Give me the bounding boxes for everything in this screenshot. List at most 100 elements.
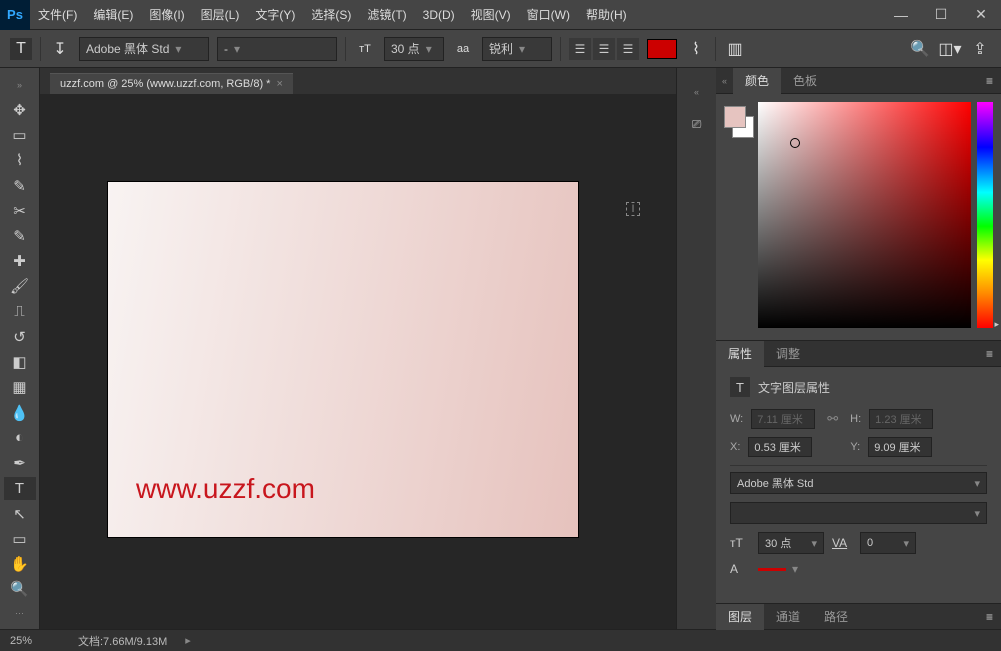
rectangle-tool[interactable]: ▭ [4, 527, 36, 550]
edit-toolbar-icon[interactable]: ⋯ [4, 602, 36, 625]
type-tool[interactable]: T [4, 477, 36, 500]
panel-menu-icon[interactable]: ≡ [978, 610, 1001, 624]
fg-bg-swatches[interactable] [724, 102, 752, 332]
menu-3d[interactable]: 3D(D) [415, 0, 463, 30]
document-tab[interactable]: uzzf.com @ 25% (www.uzzf.com, RGB/8) * × [50, 73, 293, 94]
expand-tools-icon[interactable]: » [4, 73, 36, 96]
antialias-dropdown[interactable]: 锐利 [482, 37, 552, 61]
color-marker[interactable] [790, 138, 800, 148]
menu-layer[interactable]: 图层(L) [193, 0, 248, 30]
text-orientation-icon[interactable]: ↧ [49, 38, 71, 60]
document-tab-label: uzzf.com @ 25% (www.uzzf.com, RGB/8) * [60, 78, 270, 90]
font-family-dropdown[interactable]: Adobe 黑体 Std [79, 37, 209, 61]
app-logo: Ps [0, 0, 30, 30]
menu-window[interactable]: 窗口(W) [519, 0, 578, 30]
width-input [751, 409, 815, 429]
align-right-button[interactable]: ☰ [617, 38, 639, 60]
panel-toggle-icon[interactable]: ▥ [724, 38, 746, 60]
panel-menu-icon[interactable]: ≡ [978, 347, 1001, 361]
foreground-swatch[interactable] [724, 106, 746, 128]
blur-tool[interactable]: 💧 [4, 401, 36, 424]
color-tab[interactable]: 颜色 [733, 68, 781, 94]
brush-tool[interactable]: 🖌 [4, 275, 36, 298]
gradient-tool[interactable]: ▦ [4, 376, 36, 399]
separator [715, 37, 716, 61]
color-field[interactable] [758, 102, 971, 328]
menu-filter[interactable]: 滤镜(T) [359, 0, 414, 30]
status-expand-icon[interactable]: ▸ [185, 634, 191, 647]
healing-tool[interactable]: ✚ [4, 250, 36, 273]
move-tool[interactable]: ✥ [4, 98, 36, 121]
props-font-dropdown[interactable]: Adobe 黑体 Std [730, 472, 987, 494]
y-input[interactable] [868, 437, 932, 457]
crop-tool[interactable]: ✂ [4, 199, 36, 222]
dock-expand-icon[interactable]: « [683, 78, 711, 106]
tab-close-icon[interactable]: × [276, 78, 282, 90]
tracking-icon: VA [832, 536, 852, 550]
color-panel-tabs: « 颜色 色板 ≡ [716, 68, 1001, 94]
minimize-button[interactable]: — [881, 0, 921, 30]
text-color-underline[interactable] [758, 568, 786, 571]
canvas[interactable]: www.uzzf.com I [108, 182, 578, 537]
channels-tab[interactable]: 通道 [764, 604, 812, 630]
share-icon[interactable]: ⇪ [969, 38, 991, 60]
dodge-tool[interactable]: ◐ [4, 426, 36, 449]
properties-tab[interactable]: 属性 [716, 341, 764, 367]
text-tool-icon: T [10, 38, 32, 60]
menu-help[interactable]: 帮助(H) [578, 0, 635, 30]
text-color-swatch[interactable] [647, 39, 677, 59]
size-row: W: ⚯ H: [730, 409, 987, 429]
window-controls: — ☐ ✕ [881, 0, 1001, 30]
collapse-panel-icon[interactable]: « [716, 76, 733, 86]
menu-image[interactable]: 图像(I) [141, 0, 192, 30]
menu-file[interactable]: 文件(F) [30, 0, 85, 30]
pen-tool[interactable]: ✒ [4, 452, 36, 475]
props-tracking-dropdown[interactable]: 0 [860, 532, 916, 554]
canvas-container[interactable]: www.uzzf.com I [40, 94, 676, 629]
eyedropper-tool[interactable]: ✎ [4, 224, 36, 247]
properties-body: T 文字图层属性 W: ⚯ H: X: Y: [716, 367, 1001, 586]
maximize-button[interactable]: ☐ [921, 0, 961, 30]
warp-text-icon[interactable]: ⌇ [685, 38, 707, 60]
zoom-tool[interactable]: 🔍 [4, 578, 36, 601]
x-input[interactable] [748, 437, 812, 457]
quick-select-tool[interactable]: ✎ [4, 174, 36, 197]
history-brush-tool[interactable]: ↺ [4, 325, 36, 348]
swatches-tab[interactable]: 色板 [781, 68, 829, 94]
workspace-icon[interactable]: ◫▾ [939, 38, 961, 60]
adjustments-tab[interactable]: 调整 [764, 341, 812, 367]
path-select-tool[interactable]: ↖ [4, 502, 36, 525]
zoom-level[interactable]: 25% [10, 635, 60, 647]
layers-tab[interactable]: 图层 [716, 604, 764, 630]
eraser-tool[interactable]: ◧ [4, 351, 36, 374]
close-button[interactable]: ✕ [961, 0, 1001, 30]
search-icon[interactable]: 🔍 [909, 38, 931, 60]
font-size-dropdown[interactable]: 30 点 [384, 37, 444, 61]
options-bar: T ↧ Adobe 黑体 Std - тT 30 点 aa 锐利 ☰ ☰ ☰ ⌇… [0, 30, 1001, 68]
link-wh-icon[interactable]: ⚯ [823, 411, 842, 427]
hand-tool[interactable]: ✋ [4, 552, 36, 575]
menu-type[interactable]: 文字(Y) [247, 0, 303, 30]
font-style-dropdown[interactable]: - [217, 37, 337, 61]
width-label: W: [730, 413, 743, 425]
menu-view[interactable]: 视图(V) [463, 0, 519, 30]
align-left-button[interactable]: ☰ [569, 38, 591, 60]
hue-slider[interactable]: ▸ [977, 102, 993, 328]
marquee-tool[interactable]: ▭ [4, 123, 36, 146]
menu-edit[interactable]: 编辑(E) [85, 0, 141, 30]
dock-panel-icon[interactable]: ⎚ [683, 110, 711, 138]
canvas-text-layer[interactable]: www.uzzf.com [136, 473, 315, 505]
props-size-dropdown[interactable]: 30 点 [758, 532, 824, 554]
props-style-dropdown[interactable] [730, 502, 987, 524]
align-center-button[interactable]: ☰ [593, 38, 615, 60]
panel-menu-icon[interactable]: ≡ [978, 74, 1001, 88]
tools-panel: » ✥ ▭ ⌇ ✎ ✂ ✎ ✚ 🖌 ⎍ ↺ ◧ ▦ 💧 ◐ ✒ T ↖ ▭ ✋ … [0, 68, 40, 629]
stamp-tool[interactable]: ⎍ [4, 300, 36, 323]
document-info: 文档:7.66M/9.13M [78, 633, 167, 649]
properties-title-row: T 文字图层属性 [730, 377, 987, 397]
color-dropdown-icon[interactable]: ▾ [792, 562, 798, 576]
paths-tab[interactable]: 路径 [812, 604, 860, 630]
text-color-icon: A [730, 562, 750, 576]
menu-select[interactable]: 选择(S) [303, 0, 359, 30]
lasso-tool[interactable]: ⌇ [4, 149, 36, 172]
